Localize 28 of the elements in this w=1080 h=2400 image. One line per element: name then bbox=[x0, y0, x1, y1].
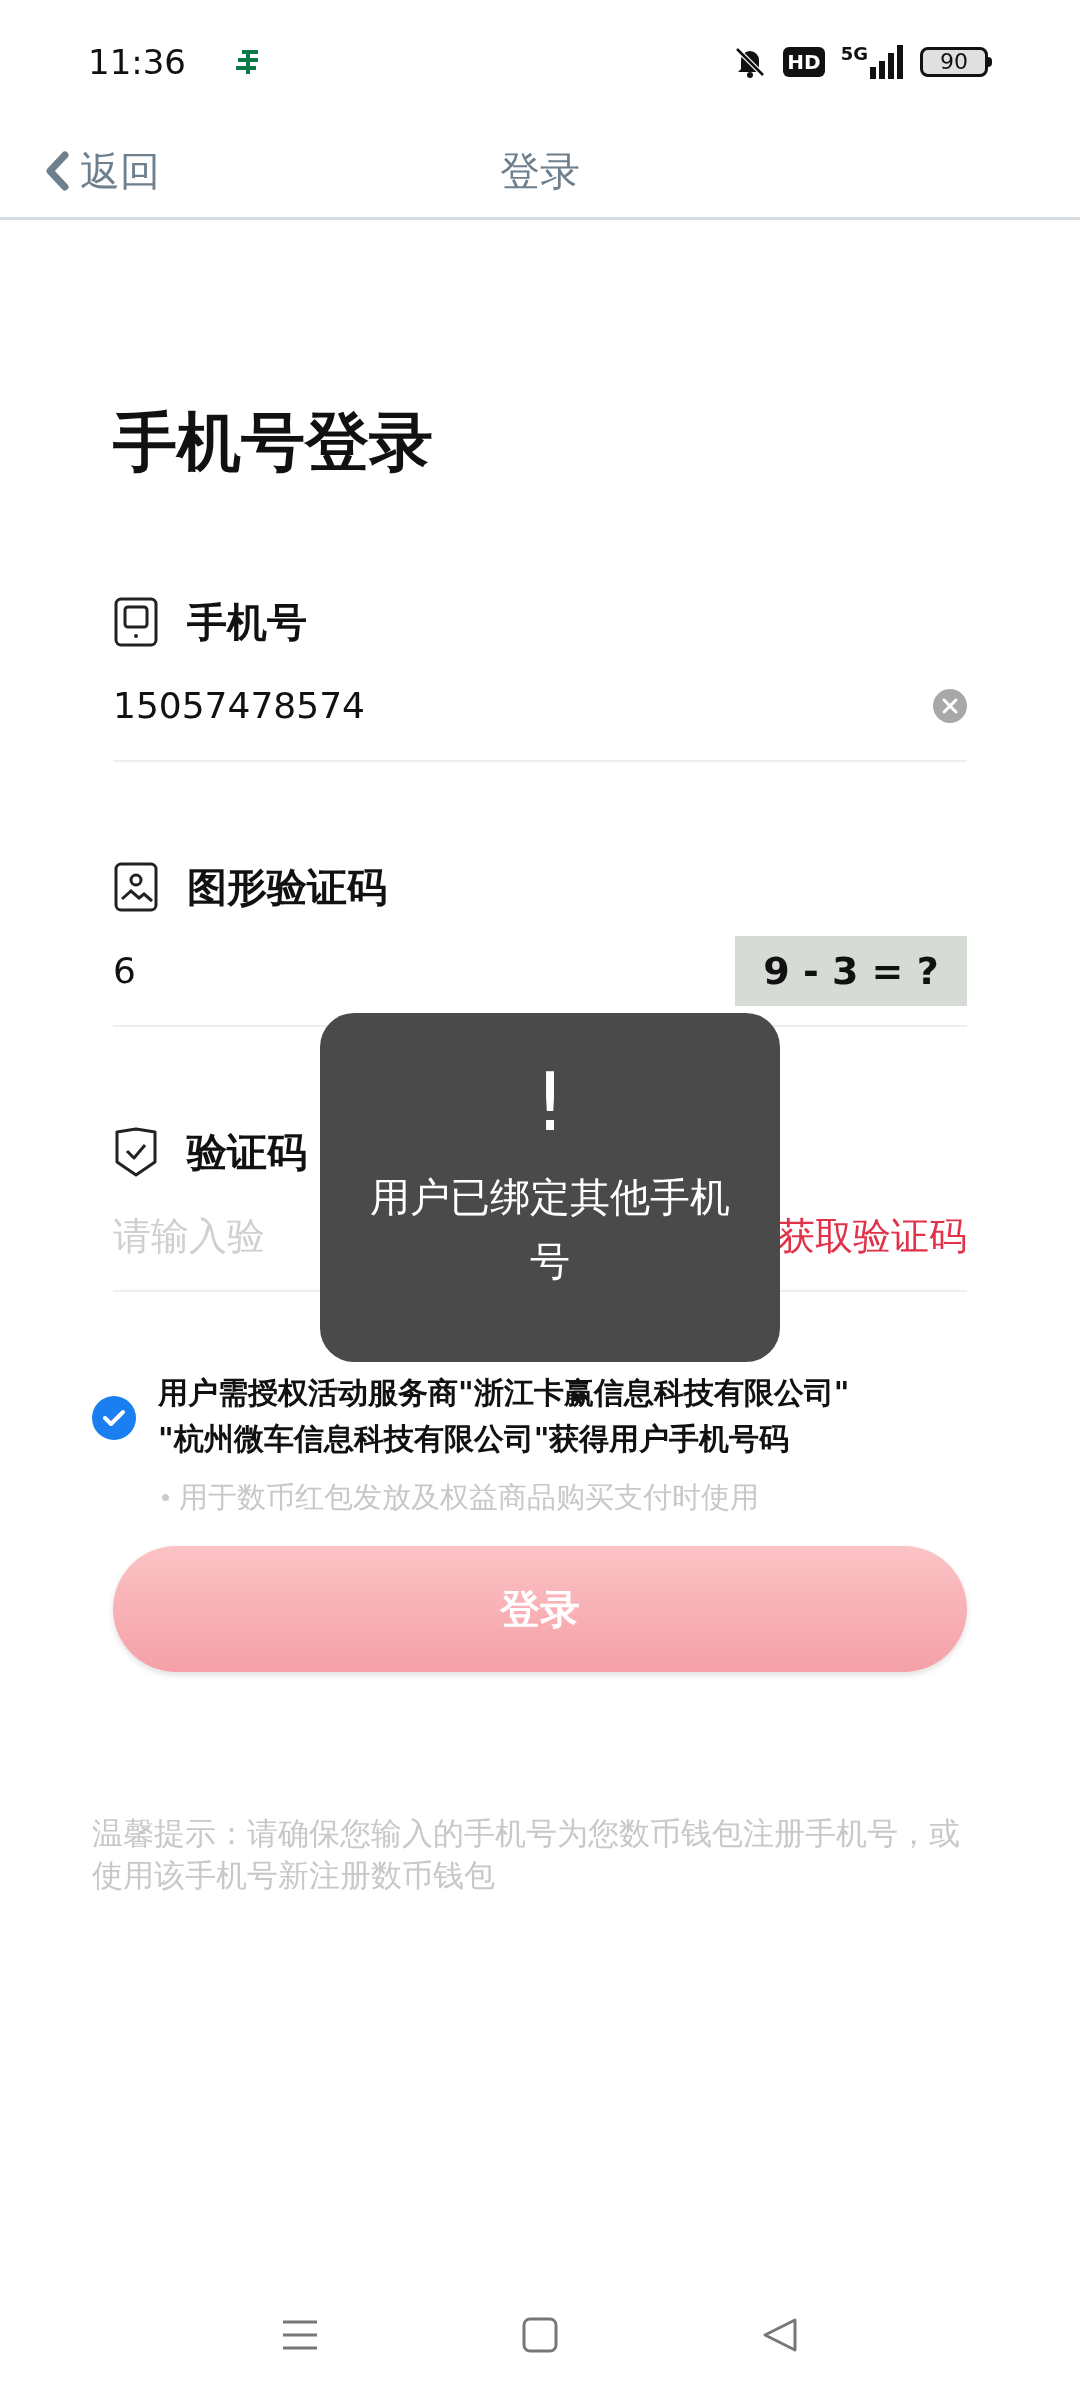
phone-icon bbox=[113, 596, 159, 648]
toast-icon: ! bbox=[533, 1063, 567, 1143]
field-label: 验证码 bbox=[187, 1132, 307, 1172]
back-button[interactable]: 返回 bbox=[44, 140, 160, 201]
captcha-field[interactable]: 6 bbox=[113, 944, 513, 998]
home-icon[interactable] bbox=[521, 2316, 559, 2354]
agree-checkbox[interactable] bbox=[92, 1396, 136, 1440]
page-title: 登录 bbox=[500, 146, 580, 196]
get-code-link[interactable]: 获取验证码 bbox=[777, 1207, 967, 1265]
signal-icon bbox=[870, 45, 904, 79]
clear-icon[interactable] bbox=[933, 689, 967, 723]
chevron-left-icon bbox=[44, 149, 70, 192]
captcha-image[interactable]: 9 - 3 = ? bbox=[735, 936, 967, 1006]
agreement-text: 用户需授权活动服务商"浙江卡赢信息科技有限公司" bbox=[158, 1374, 850, 1412]
toast-message: 用户已绑定其他手机号 bbox=[370, 1173, 730, 1286]
hd-badge: HD bbox=[783, 47, 825, 77]
back-icon[interactable] bbox=[761, 2316, 799, 2354]
menu-icon[interactable] bbox=[281, 2318, 319, 2352]
image-icon bbox=[113, 861, 159, 913]
field-label: 手机号 bbox=[187, 602, 307, 642]
agreement-text: "杭州微车信息科技有限公司"获得用户手机号码 bbox=[158, 1420, 791, 1458]
network-label: 5G bbox=[840, 45, 868, 63]
page-heading: 手机号登录 bbox=[113, 410, 434, 474]
phone-field[interactable]: 15057478574 bbox=[113, 679, 513, 733]
field-label: 图形验证码 bbox=[187, 867, 387, 907]
shield-check-icon bbox=[113, 1126, 159, 1178]
status-time: 11:36 bbox=[88, 40, 186, 84]
battery-level: 90 bbox=[920, 47, 988, 77]
